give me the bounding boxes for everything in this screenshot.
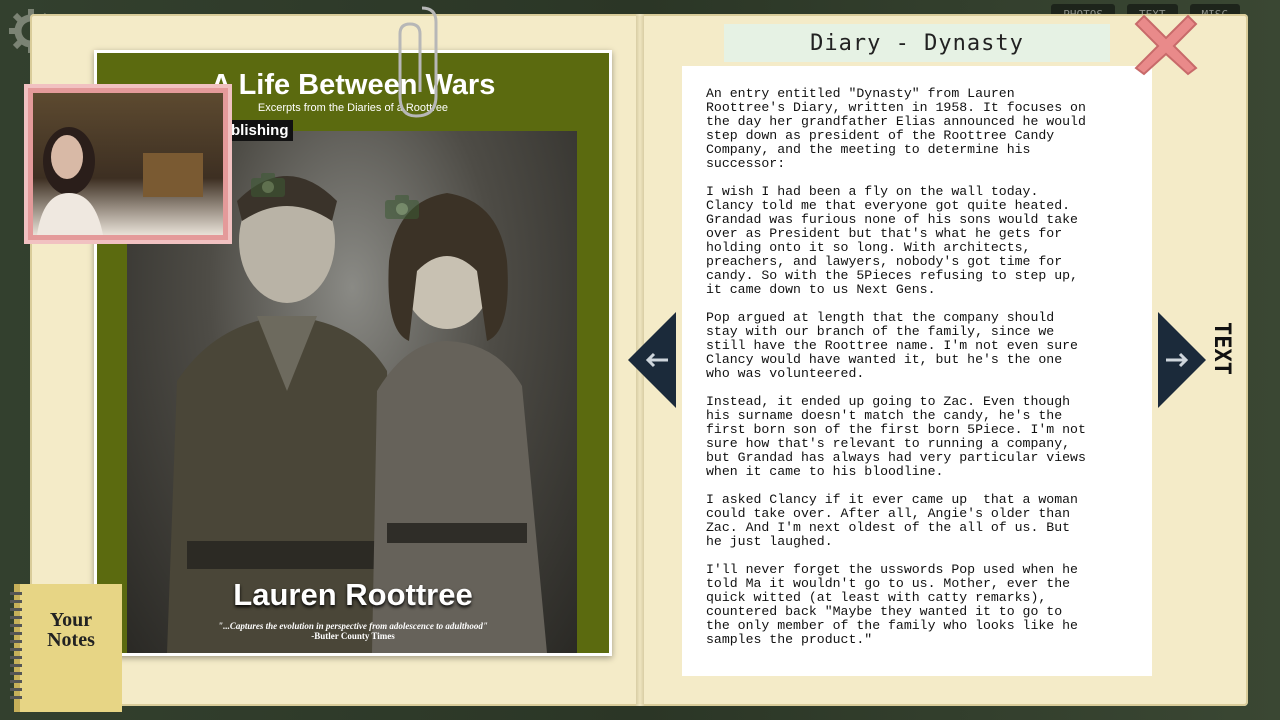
notes-label-line1: Your xyxy=(49,609,93,631)
camera-icon[interactable] xyxy=(249,171,287,199)
camera-icon[interactable] xyxy=(383,193,421,221)
diary-body-text: An entry entitled "Dynasty" from Lauren … xyxy=(706,86,1086,647)
webcam-feed xyxy=(33,93,223,235)
next-page-arrow-icon[interactable] xyxy=(1158,312,1206,408)
cover-quote: "...Captures the evolution in perspectiv… xyxy=(218,621,488,631)
previous-page-arrow-icon[interactable] xyxy=(628,312,676,408)
cover-author: Lauren Roottree xyxy=(233,577,473,612)
paperclip-icon xyxy=(398,6,438,118)
publishing-tag: blishing xyxy=(227,120,293,141)
diary-title: Diary - Dynasty xyxy=(724,24,1110,62)
notes-label-line2: Notes xyxy=(47,629,95,651)
diary-text-panel: An entry entitled "Dynasty" from Lauren … xyxy=(682,66,1152,676)
close-icon[interactable] xyxy=(1134,12,1198,76)
notes-label: Your Notes xyxy=(20,610,122,650)
your-notes-notebook[interactable]: Your Notes xyxy=(10,584,122,712)
cover-quote-source: -Butler County Times xyxy=(311,631,395,641)
text-category-tab[interactable]: TEXT xyxy=(1204,322,1234,402)
streamer-webcam xyxy=(24,84,232,244)
